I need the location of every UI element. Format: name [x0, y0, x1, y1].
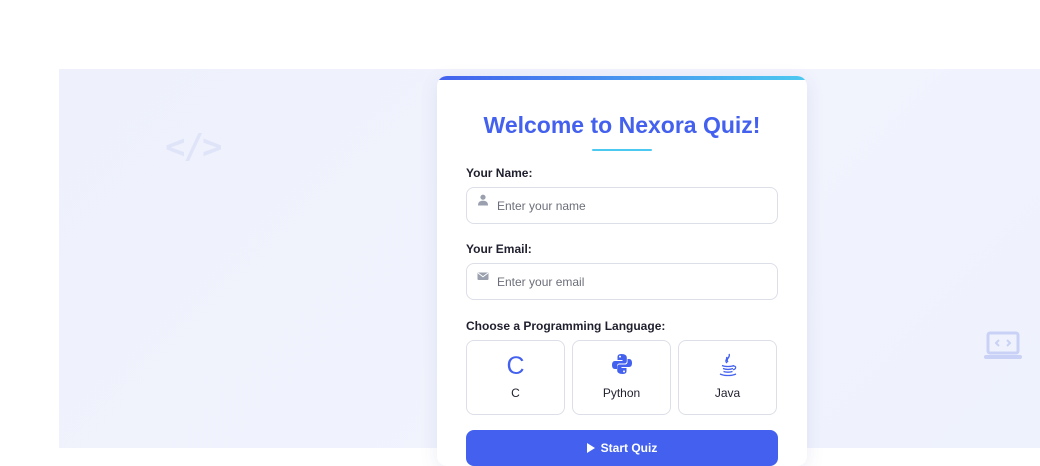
name-input[interactable] — [497, 188, 767, 223]
language-option-c[interactable]: C C — [466, 340, 565, 415]
language-option-java[interactable]: Java — [678, 340, 777, 415]
code-icon: </> — [165, 127, 222, 167]
java-icon — [719, 353, 736, 377]
email-label: Your Email: — [466, 242, 532, 256]
title-underline — [592, 149, 652, 151]
start-quiz-label: Start Quiz — [600, 441, 658, 455]
user-icon — [478, 194, 488, 206]
language-name: C — [511, 386, 520, 400]
start-quiz-button[interactable]: Start Quiz — [466, 430, 778, 466]
c-icon: C — [506, 352, 525, 380]
email-input[interactable] — [497, 264, 767, 299]
python-icon — [611, 354, 632, 374]
language-option-python[interactable]: Python — [572, 340, 671, 415]
email-field[interactable] — [466, 263, 778, 300]
quiz-start-card: Welcome to Nexora Quiz! Your Name: Your … — [437, 76, 807, 466]
name-field[interactable] — [466, 187, 778, 224]
language-options: C C Python Java — [466, 340, 778, 415]
language-name: Python — [602, 386, 641, 400]
language-name: Java — [714, 386, 741, 400]
envelope-icon — [477, 272, 489, 280]
card-top-accent — [437, 76, 807, 80]
name-label: Your Name: — [466, 166, 533, 180]
page-title: Welcome to Nexora Quiz! — [483, 112, 761, 138]
language-label: Choose a Programming Language: — [466, 319, 666, 333]
laptop-code-icon — [984, 331, 1022, 359]
